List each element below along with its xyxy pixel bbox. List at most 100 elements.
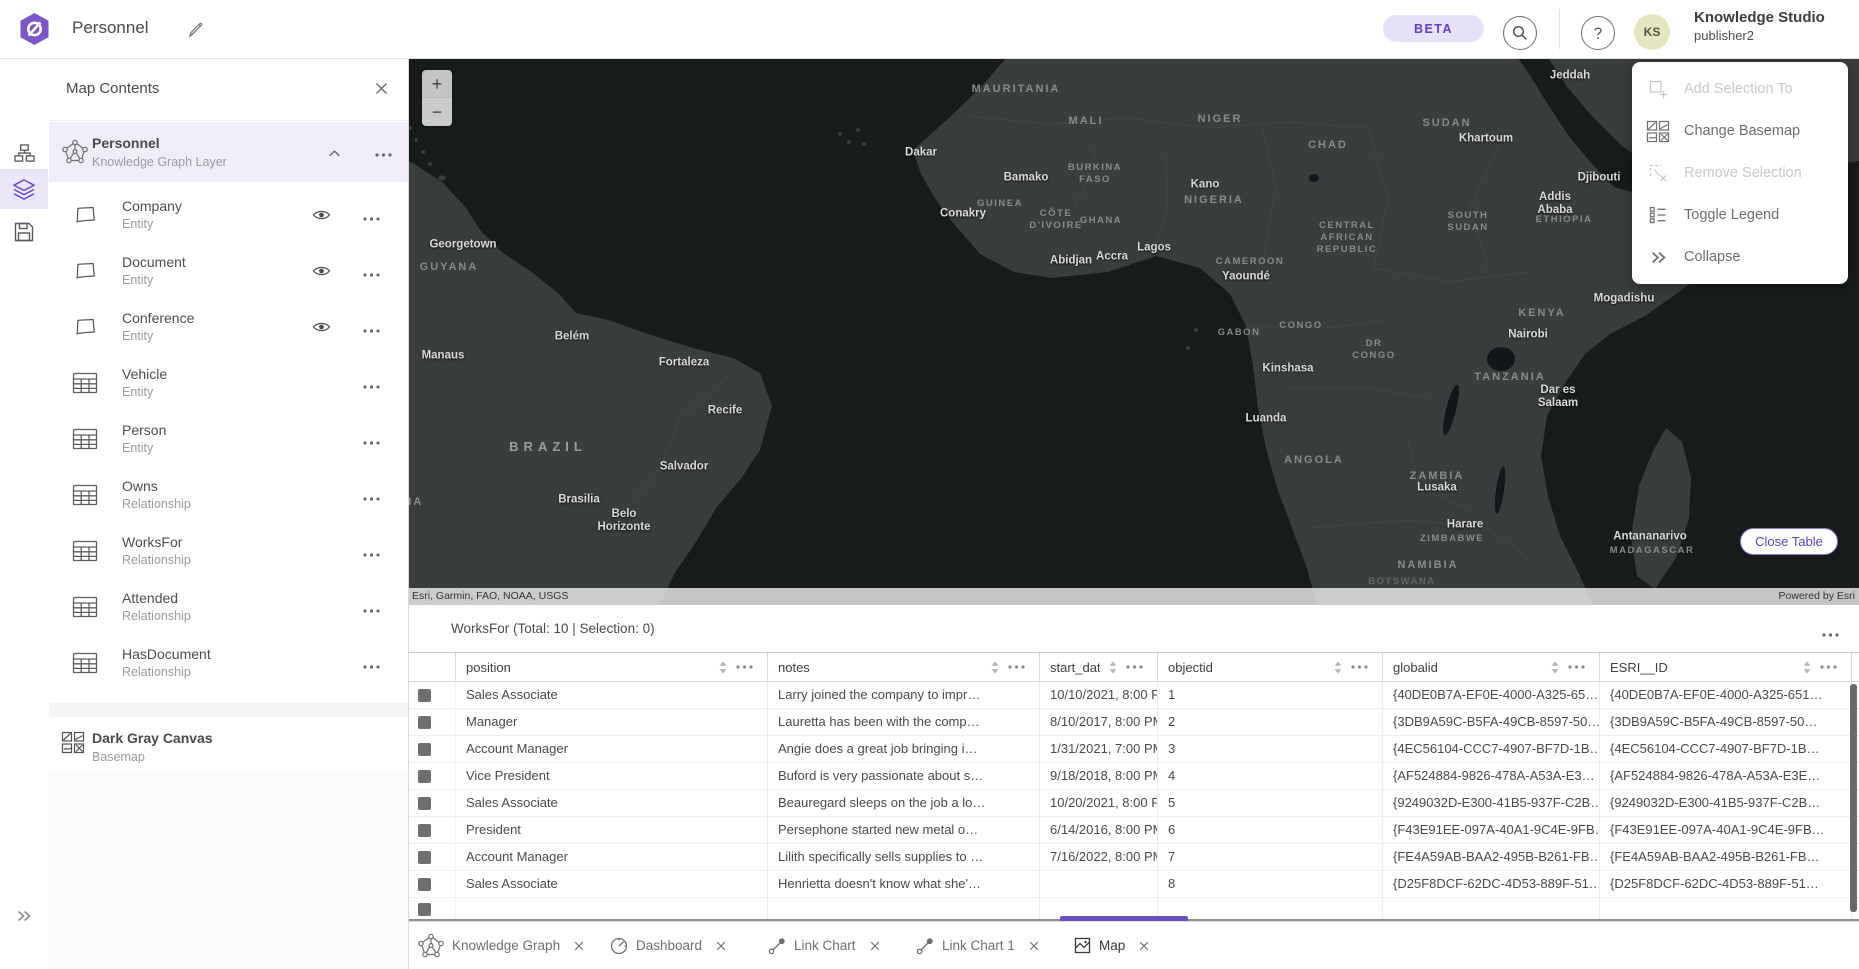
layer-item-document[interactable]: DocumentEntity bbox=[49, 244, 408, 300]
row-checkbox[interactable] bbox=[418, 903, 431, 916]
cell-position: President bbox=[456, 817, 768, 843]
tab-link-chart-1[interactable]: Link Chart 1 bbox=[916, 922, 1039, 969]
close-icon[interactable] bbox=[372, 81, 390, 99]
zoom-in-button[interactable]: + bbox=[422, 70, 452, 98]
layer-item-options-button[interactable] bbox=[359, 657, 383, 671]
avatar[interactable]: KS bbox=[1634, 14, 1670, 50]
layer-item-company[interactable]: CompanyEntity bbox=[49, 188, 408, 244]
cell-objectid: 5 bbox=[1158, 790, 1383, 816]
column-header-start_date[interactable]: start_date bbox=[1040, 653, 1158, 681]
table-row[interactable]: PresidentPersephone started new metal o…… bbox=[408, 817, 1859, 844]
menu-item-change-basemap[interactable]: Change Basemap bbox=[1632, 110, 1848, 152]
city-label: Mogadishu bbox=[1594, 292, 1655, 305]
tab-knowledge-graph[interactable]: Knowledge Graph bbox=[418, 922, 584, 969]
layer-item-vehicle[interactable]: VehicleEntity bbox=[49, 356, 408, 412]
column-header-objectid[interactable]: objectid bbox=[1158, 653, 1383, 681]
expand-panel-button[interactable] bbox=[0, 896, 48, 936]
layer-item-options-button[interactable] bbox=[359, 209, 383, 223]
table-row[interactable]: Account ManagerAngie does a great job br… bbox=[408, 736, 1859, 763]
search-button[interactable] bbox=[1503, 16, 1537, 50]
layer-options-button[interactable] bbox=[371, 144, 395, 160]
layer-item-person[interactable]: PersonEntity bbox=[49, 412, 408, 468]
sort-icon[interactable] bbox=[1551, 661, 1559, 674]
city-label: Accra bbox=[1096, 250, 1128, 263]
row-checkbox[interactable] bbox=[418, 797, 431, 810]
row-checkbox[interactable] bbox=[418, 743, 431, 756]
layer-item-options-button[interactable] bbox=[359, 545, 383, 559]
layer-item-options-button[interactable] bbox=[359, 265, 383, 279]
layer-item-subtitle: Relationship bbox=[122, 553, 191, 567]
menu-item-collapse[interactable]: Collapse bbox=[1632, 236, 1848, 278]
layer-item-conference[interactable]: ConferenceEntity bbox=[49, 300, 408, 356]
column-header-position[interactable]: position bbox=[456, 653, 768, 681]
row-checkbox[interactable] bbox=[418, 716, 431, 729]
layer-item-options-button[interactable] bbox=[359, 377, 383, 391]
edit-icon[interactable] bbox=[184, 19, 208, 43]
sort-icon[interactable] bbox=[1109, 661, 1117, 674]
row-checkbox[interactable] bbox=[418, 878, 431, 891]
layer-item-owns[interactable]: OwnsRelationship bbox=[49, 468, 408, 524]
basemap-icon bbox=[61, 731, 85, 754]
layer-item-hasdocument[interactable]: HasDocumentRelationship bbox=[49, 636, 408, 692]
tab-close-button[interactable] bbox=[870, 941, 880, 951]
tab-map[interactable]: Map bbox=[1074, 922, 1149, 969]
tab-close-button[interactable] bbox=[574, 941, 584, 951]
sort-icon[interactable] bbox=[991, 661, 999, 674]
table-row[interactable]: Sales AssociateBeauregard sleeps on the … bbox=[408, 790, 1859, 817]
row-checkbox[interactable] bbox=[418, 689, 431, 702]
column-header-esri_id[interactable]: ESRI__ID bbox=[1600, 653, 1852, 681]
rail-button-save[interactable] bbox=[0, 212, 48, 252]
menu-item-remove-selection: Remove Selection bbox=[1632, 152, 1848, 194]
row-checkbox[interactable] bbox=[418, 824, 431, 837]
tab-close-button[interactable] bbox=[1029, 941, 1039, 951]
layer-item-options-button[interactable] bbox=[359, 321, 383, 335]
column-options-button[interactable] bbox=[1568, 665, 1585, 669]
table-row[interactable]: Sales AssociateLarry joined the company … bbox=[408, 682, 1859, 709]
help-button[interactable] bbox=[1581, 16, 1615, 50]
visibility-toggle[interactable] bbox=[309, 208, 333, 224]
column-header-notes[interactable]: notes bbox=[768, 653, 1040, 681]
sort-icon[interactable] bbox=[1803, 661, 1811, 674]
layer-item-options-button[interactable] bbox=[359, 433, 383, 447]
polygon-icon bbox=[72, 204, 99, 228]
sort-icon[interactable] bbox=[719, 661, 727, 674]
layer-item-options-button[interactable] bbox=[359, 489, 383, 503]
column-options-button[interactable] bbox=[1820, 665, 1837, 669]
tab-dashboard[interactable]: Dashboard bbox=[610, 922, 726, 969]
row-checkbox[interactable] bbox=[418, 770, 431, 783]
close-table-button[interactable]: Close Table bbox=[1740, 528, 1838, 555]
layer-personnel[interactable]: Personnel Knowledge Graph Layer bbox=[49, 122, 408, 182]
layer-basemap[interactable]: Dark Gray Canvas Basemap bbox=[49, 717, 408, 771]
visibility-toggle[interactable] bbox=[309, 264, 333, 280]
knowledge-graph-icon bbox=[62, 139, 88, 164]
layer-item-attended[interactable]: AttendedRelationship bbox=[49, 580, 408, 636]
tab-link-chart[interactable]: Link Chart bbox=[768, 922, 880, 969]
rail-button-layers[interactable] bbox=[0, 169, 48, 209]
column-options-button[interactable] bbox=[1008, 665, 1025, 669]
visibility-toggle[interactable] bbox=[309, 320, 333, 336]
column-options-button[interactable] bbox=[736, 665, 753, 669]
menu-item-toggle-legend[interactable]: Toggle Legend bbox=[1632, 194, 1848, 236]
table-row[interactable]: Account ManagerLilith specifically sells… bbox=[408, 844, 1859, 871]
row-checkbox[interactable] bbox=[418, 851, 431, 864]
cell-notes: Henrietta doesn't know what she'… bbox=[768, 871, 1040, 897]
chevron-up-icon[interactable] bbox=[323, 144, 345, 160]
table-row[interactable]: Vice PresidentBuford is very passionate … bbox=[408, 763, 1859, 790]
column-options-button[interactable] bbox=[1351, 665, 1368, 669]
column-header-globalid[interactable]: globalid bbox=[1383, 653, 1600, 681]
eye-icon bbox=[312, 321, 331, 333]
rail-button-data-model[interactable] bbox=[0, 133, 48, 173]
table-row[interactable]: ManagerLauretta has been with the comp…8… bbox=[408, 709, 1859, 736]
layer-item-options-button[interactable] bbox=[359, 601, 383, 615]
sort-icon[interactable] bbox=[1334, 661, 1342, 674]
table-scrollbar[interactable] bbox=[1850, 684, 1857, 912]
tab-close-button[interactable] bbox=[1139, 941, 1149, 951]
city-label: Jeddah bbox=[1550, 69, 1590, 82]
tab-close-button[interactable] bbox=[716, 941, 726, 951]
table-row[interactable]: Sales AssociateHenrietta doesn't know wh… bbox=[408, 871, 1859, 898]
table-options-button[interactable] bbox=[1822, 625, 1839, 640]
layer-item-worksfor[interactable]: WorksForRelationship bbox=[49, 524, 408, 580]
column-options-button[interactable] bbox=[1126, 665, 1143, 669]
select-all-header-cell[interactable] bbox=[408, 653, 456, 681]
zoom-out-button[interactable]: − bbox=[422, 98, 452, 126]
